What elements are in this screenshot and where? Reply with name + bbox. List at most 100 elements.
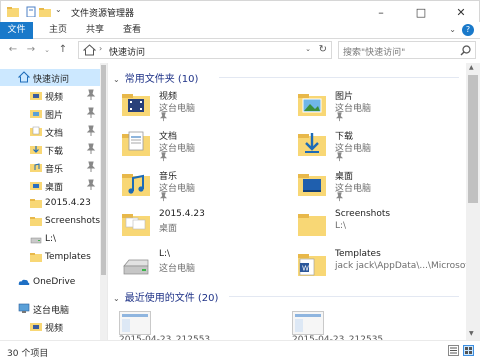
folder-app-icon [7, 7, 19, 17]
pin-icon[interactable] [86, 179, 96, 191]
folder-icon [30, 253, 42, 262]
tile-videos[interactable]: 视频 这台电脑 [111, 85, 281, 125]
quick-access-star-icon [83, 44, 96, 56]
collapse-chevron-icon[interactable]: ⌄ [113, 294, 120, 303]
sidebar-item-onedrive[interactable]: OneDrive [0, 274, 100, 291]
pin-icon[interactable] [159, 152, 168, 162]
ribbon-expand-icon[interactable]: ⌄ [449, 25, 456, 34]
sidebar-item-2015-4-23[interactable]: 2015.4.23 [0, 195, 100, 212]
content-scrollbar-thumb[interactable] [468, 75, 478, 203]
up-button[interactable]: ↑ [56, 43, 70, 57]
pin-icon[interactable] [86, 143, 96, 155]
documents-folder-icon [30, 126, 42, 136]
sidebar-item-label: 文档 [45, 129, 64, 139]
computer-icon [18, 303, 30, 313]
sidebar-item-documents[interactable]: 文档 [0, 123, 100, 140]
video-folder-icon [30, 323, 42, 331]
pin-icon[interactable] [159, 112, 168, 122]
thumbnail-titlebar [295, 314, 321, 317]
tile-downloads[interactable]: 下载 这台电脑 [287, 125, 457, 165]
sidebar-item-desktop[interactable]: 桌面 [0, 177, 100, 194]
group-header-frequent[interactable]: ⌄ 常用文件夹 (10) [113, 70, 199, 85]
close-button[interactable]: ✕ [441, 1, 480, 23]
tile-name: L:\ [159, 249, 171, 259]
sidebar-item-label: 视频 [45, 324, 64, 334]
tile-music[interactable]: 音乐 这台电脑 [111, 165, 281, 205]
scroll-down-arrow-icon[interactable]: ▼ [469, 330, 474, 337]
pictures-folder-icon [30, 110, 42, 118]
cloud-icon [18, 279, 30, 285]
sidebar-item-pictures[interactable]: 图片 [0, 105, 100, 122]
pin-icon[interactable] [86, 107, 96, 119]
templates-folder-icon: W [298, 254, 326, 276]
search-icon[interactable] [460, 45, 471, 56]
tile-documents[interactable]: 文档 这台电脑 [111, 125, 281, 165]
group-header-label: 最近使用的文件 (20) [124, 293, 219, 304]
sidebar-item-music[interactable]: 音乐 [0, 159, 100, 176]
tile-screenshots[interactable]: Screenshots L:\ [287, 205, 457, 245]
sidebar-item-screenshots[interactable]: Screenshots [0, 213, 100, 230]
item-count: 30 个项目 [7, 349, 49, 359]
pin-icon[interactable] [159, 192, 168, 202]
svg-text:W: W [302, 265, 309, 273]
status-bar: 30 个项目 [0, 340, 480, 359]
home-icon [18, 71, 30, 83]
pin-icon[interactable] [86, 89, 96, 101]
sidebar-item-this-pc[interactable]: 这台电脑 [0, 300, 100, 317]
scroll-up-arrow-icon[interactable]: ▲ [469, 64, 474, 71]
recent-locations-button[interactable]: ⌄ [40, 43, 54, 57]
details-view-icon[interactable] [448, 345, 459, 356]
sidebar-item-label: OneDrive [33, 277, 76, 287]
sidebar-item-quick-access[interactable]: 快速访问 [0, 69, 100, 86]
maximize-button[interactable]: □ [401, 1, 441, 23]
tile-pictures[interactable]: 图片 这台电脑 [287, 85, 457, 125]
search-input[interactable]: 搜索"快速访问" [338, 41, 476, 59]
collapse-chevron-icon[interactable]: ⌄ [113, 75, 120, 84]
group-header-label: 常用文件夹 (10) [124, 74, 199, 85]
quick-access-toolbar-dropdown-icon[interactable]: ⌄ [55, 5, 62, 14]
sidebar-item-videos[interactable]: 视频 [0, 87, 100, 104]
address-bar[interactable]: › 快速访问 ⌄ ↻ [78, 41, 332, 59]
quick-properties-icon[interactable] [25, 6, 37, 17]
help-icon[interactable]: ? [462, 24, 474, 36]
pin-icon[interactable] [335, 112, 344, 122]
tab-file[interactable]: 文件 [0, 22, 33, 39]
address-dropdown-icon[interactable]: ⌄ [305, 45, 311, 53]
tile-location: jack jack\AppData\...\Microsoft [335, 261, 466, 271]
recent-file-thumbnail[interactable] [119, 311, 151, 335]
search-placeholder[interactable]: 搜索"快速访问" [343, 45, 405, 58]
tile-name: 2015.4.23 [159, 209, 205, 219]
tab-home[interactable]: 主页 [43, 22, 73, 39]
tile-templates[interactable]: W Templates jack jack\AppData\...\Micros… [287, 245, 466, 285]
folder-icon [30, 217, 42, 226]
recent-file-thumbnail[interactable] [292, 311, 324, 335]
sidebar-item-label: 桌面 [45, 183, 64, 193]
forward-button[interactable]: → [24, 43, 38, 57]
sidebar-item-drive-l[interactable]: L:\ [0, 231, 100, 248]
sidebar-item-templates[interactable]: Templates [0, 249, 100, 266]
tile-2015-4-23[interactable]: 2015.4.23 桌面 [111, 205, 281, 245]
address-separator[interactable]: › [99, 44, 102, 53]
pin-icon[interactable] [335, 152, 344, 162]
tab-share[interactable]: 共享 [80, 22, 110, 39]
pin-icon[interactable] [335, 192, 344, 202]
sidebar-item-downloads[interactable]: 下载 [0, 141, 100, 158]
folder-icon [30, 199, 42, 208]
title-bar: ⌄ 文件资源管理器 – □ ✕ [0, 0, 480, 22]
group-header-recent[interactable]: ⌄ 最近使用的文件 (20) [113, 289, 219, 304]
sidebar-item-pc-videos[interactable]: 视频 [0, 318, 100, 335]
tab-view[interactable]: 查看 [117, 22, 147, 39]
back-button[interactable]: ← [6, 43, 20, 57]
pin-icon[interactable] [86, 125, 96, 137]
refresh-icon[interactable]: ↻ [319, 44, 327, 55]
sidebar-item-label: Screenshots [45, 216, 101, 226]
tile-drive-l[interactable]: L:\ 这台电脑 [111, 245, 281, 285]
navigation-bar: ← → ⌄ ↑ › 快速访问 ⌄ ↻ 搜索"快速访问" [0, 39, 480, 61]
pin-icon[interactable] [86, 161, 96, 173]
new-folder-quick-icon[interactable] [39, 6, 51, 17]
address-path[interactable]: 快速访问 [109, 45, 145, 58]
tile-desktop[interactable]: 桌面 这台电脑 [287, 165, 457, 205]
minimize-button[interactable]: – [361, 1, 401, 23]
sidebar-scrollbar-thumb[interactable] [101, 65, 106, 275]
large-icons-view-icon[interactable] [463, 345, 474, 356]
